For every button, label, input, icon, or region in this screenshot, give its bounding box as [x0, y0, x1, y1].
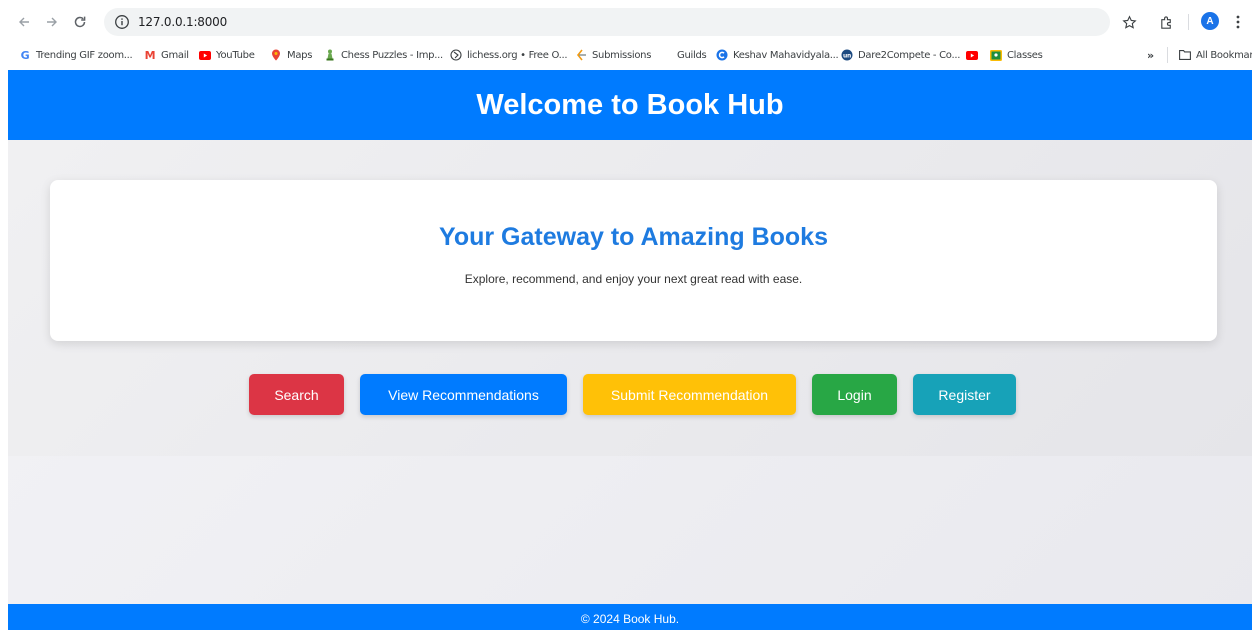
browser-toolbar: 127.0.0.1:8000 A — [0, 0, 1252, 44]
hero-card: Your Gateway to Amazing Books Explore, r… — [50, 180, 1217, 341]
svg-text:un: un — [843, 52, 851, 59]
submissions-icon — [575, 49, 587, 61]
bookmark-item[interactable]: Maps — [270, 47, 312, 63]
forward-button[interactable] — [42, 12, 62, 32]
bookmarks-overflow-button[interactable]: » — [1147, 47, 1154, 63]
bookmarks-bar: G Trending GIF zoom... M Gmail YouTube M… — [0, 44, 1252, 66]
register-button[interactable]: Register — [913, 374, 1016, 415]
search-button[interactable]: Search — [249, 374, 344, 415]
star-icon — [1121, 14, 1137, 29]
hero-subtitle: Explore, recommend, and enjoy your next … — [464, 272, 803, 286]
submit-recommendation-button[interactable]: Submit Recommendation — [583, 374, 796, 415]
chess-pawn-icon — [324, 49, 336, 61]
folder-icon — [1179, 49, 1191, 61]
bookmark-star-button[interactable] — [1117, 10, 1141, 34]
youtube-icon — [199, 49, 211, 61]
overflow-chevron-icon: » — [1147, 48, 1154, 62]
url-text[interactable]: 127.0.0.1:8000 — [138, 15, 227, 29]
bookmark-label: Keshav Mahavidyala... — [733, 49, 839, 61]
view-recommendations-button[interactable]: View Recommendations — [360, 374, 567, 415]
bookmark-label: YouTube — [216, 49, 255, 61]
bookmark-label: Dare2Compete - Co... — [858, 49, 961, 61]
site-info-icon[interactable] — [114, 14, 130, 30]
gmail-icon: M — [144, 48, 156, 62]
google-icon: G — [20, 48, 30, 62]
bookmark-item[interactable]: Keshav Mahavidyala... — [716, 47, 839, 63]
bookmark-item[interactable]: Chess Puzzles - Imp... — [324, 47, 443, 63]
bookmark-label: Guilds — [677, 49, 707, 61]
kebab-menu-icon — [1236, 15, 1240, 29]
hero-title: Your Gateway to Amazing Books — [439, 223, 828, 251]
back-button[interactable] — [14, 12, 34, 32]
site-header: Welcome to Book Hub — [8, 70, 1252, 140]
profile-avatar[interactable]: A — [1201, 12, 1219, 30]
extensions-button[interactable] — [1154, 10, 1178, 34]
bookmark-label: Submissions — [592, 49, 652, 61]
footer-copyright: © 2024 Book Hub. — [580, 612, 680, 626]
bookmark-item[interactable]: YouTube — [199, 47, 255, 63]
bookmark-item[interactable]: Guilds — [677, 47, 707, 63]
login-button[interactable]: Login — [812, 374, 897, 415]
bookmark-item[interactable]: Classes — [990, 47, 1043, 63]
bookmark-label: Gmail — [161, 49, 189, 61]
site-footer: © 2024 Book Hub. — [8, 604, 1252, 630]
bookmark-item[interactable]: Submissions — [575, 47, 651, 63]
reload-button[interactable] — [70, 12, 90, 32]
unstop-icon: un — [841, 49, 853, 61]
lichess-icon — [450, 49, 462, 61]
maps-pin-icon — [270, 49, 282, 61]
bookmark-label: lichess.org • Free O... — [467, 49, 568, 61]
action-buttons: Search View Recommendations Submit Recom… — [8, 374, 1252, 415]
bookmark-item[interactable]: G Trending GIF zoom... — [19, 47, 133, 63]
browser-chrome: 127.0.0.1:8000 A G Trending GIF zoom... … — [0, 0, 1252, 70]
bookmark-item[interactable] — [966, 47, 983, 63]
bookmark-label: Maps — [287, 49, 313, 61]
back-arrow-icon — [19, 17, 29, 27]
forward-arrow-icon — [47, 17, 57, 27]
bookmark-item[interactable]: M Gmail — [144, 47, 189, 63]
address-bar[interactable]: 127.0.0.1:8000 — [104, 8, 1110, 36]
bookmarks-divider — [1167, 47, 1168, 63]
youtube-icon — [966, 49, 978, 61]
page-viewport: Welcome to Book Hub Your Gateway to Amaz… — [8, 70, 1252, 630]
bookmark-label: Trending GIF zoom... — [36, 49, 133, 61]
bookmark-label: Classes — [1007, 49, 1043, 61]
reload-icon — [74, 16, 86, 28]
hero-section: Your Gateway to Amazing Books Explore, r… — [8, 140, 1252, 456]
all-bookmarks-button[interactable]: All Bookmarks — [1179, 47, 1252, 63]
page-title: Welcome to Book Hub — [476, 88, 784, 121]
bookmark-label: Chess Puzzles - Imp... — [341, 49, 443, 61]
classroom-icon — [990, 49, 1002, 61]
bookmark-item[interactable]: lichess.org • Free O... — [450, 47, 568, 63]
bookmark-item[interactable]: un Dare2Compete - Co... — [841, 47, 960, 63]
browser-menu-button[interactable] — [1230, 10, 1246, 34]
puzzle-icon — [1160, 15, 1171, 29]
all-bookmarks-label: All Bookmarks — [1196, 49, 1252, 61]
toolbar-divider — [1188, 14, 1189, 30]
keshav-icon — [716, 49, 728, 61]
